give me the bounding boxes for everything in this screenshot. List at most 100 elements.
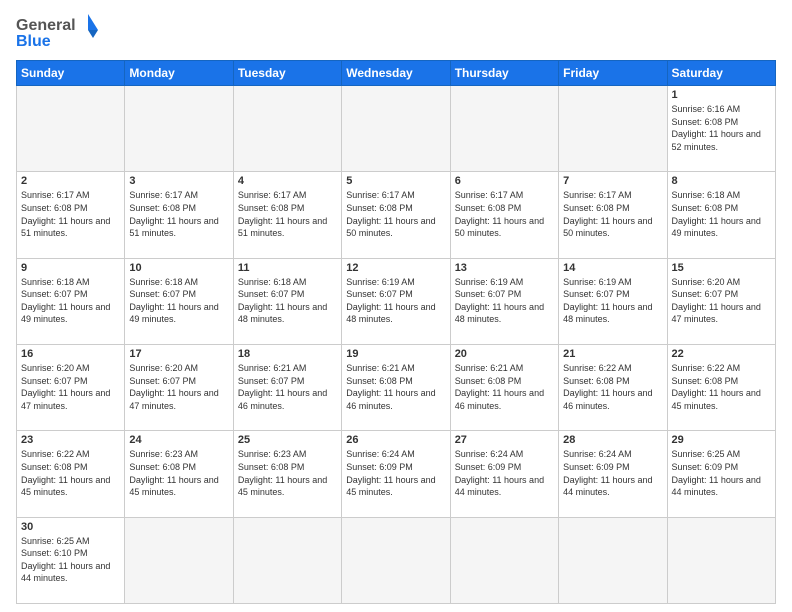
logo: GeneralBlue — [16, 12, 106, 52]
svg-text:General: General — [16, 17, 76, 34]
calendar-cell: 27Sunrise: 6:24 AMSunset: 6:09 PMDayligh… — [450, 431, 558, 517]
day-number: 26 — [346, 434, 445, 446]
calendar-cell: 26 Sunrise: 6:24 AMSunset: 6:09 PMDayligh… — [342, 431, 450, 517]
page: GeneralBlue SundayMondayTuesdayWednesday… — [0, 0, 792, 612]
day-info: Sunrise: 6:24 AMSunset: 6:09 PMDaylight:… — [455, 448, 554, 498]
day-number: 25 — [238, 434, 337, 446]
calendar-cell: 1 Sunrise: 6:16 AMSunset: 6:08 PMDaylight… — [667, 86, 775, 172]
calendar-cell: 14 Sunrise: 6:19 AMSunset: 6:07 PMDayligh… — [559, 258, 667, 344]
calendar-cell — [125, 517, 233, 603]
calendar-cell: 25 Sunrise: 6:23 AMSunset: 6:08 PMDayligh… — [233, 431, 341, 517]
calendar-cell: 15 Sunrise: 6:20 AMSunset: 6:07 PMDayligh… — [667, 258, 775, 344]
calendar-cell: 5 Sunrise: 6:17 AMSunset: 6:08 PMDaylight… — [342, 172, 450, 258]
weekday-friday: Friday — [559, 61, 667, 86]
calendar-cell — [559, 517, 667, 603]
logo-svg: GeneralBlue — [16, 12, 106, 52]
day-number: 14 — [563, 262, 662, 274]
day-number: 11 — [238, 262, 337, 274]
weekday-tuesday: Tuesday — [233, 61, 341, 86]
calendar-cell — [233, 517, 341, 603]
day-number: 30 — [21, 521, 120, 533]
day-info: Sunrise: 6:20 AMSunset: 6:07 PMDaylight:… — [672, 276, 771, 326]
calendar-week-3: 9 Sunrise: 6:18 AMSunset: 6:07 PMDaylight… — [17, 258, 776, 344]
calendar-week-1: 1 Sunrise: 6:16 AMSunset: 6:08 PMDaylight… — [17, 86, 776, 172]
day-number: 13 — [455, 262, 554, 274]
day-number: 4 — [238, 175, 337, 187]
calendar-cell: 19Sunrise: 6:21 AMSunset: 6:08 PMDayligh… — [342, 344, 450, 430]
day-info: Sunrise: 6:19 AMSunset: 6:07 PMDaylight:… — [346, 276, 445, 326]
calendar-cell: 22 Sunrise: 6:22 AMSunset: 6:08 PMDayligh… — [667, 344, 775, 430]
calendar-header: SundayMondayTuesdayWednesdayThursdayFrid… — [17, 61, 776, 86]
calendar-cell: 9 Sunrise: 6:18 AMSunset: 6:07 PMDaylight… — [17, 258, 125, 344]
calendar-cell: 4 Sunrise: 6:17 AMSunset: 6:08 PMDaylight… — [233, 172, 341, 258]
calendar-cell: 7 Sunrise: 6:17 AMSunset: 6:08 PMDaylight… — [559, 172, 667, 258]
calendar-cell: 28 Sunrise: 6:24 AMSunset: 6:09 PMDayligh… — [559, 431, 667, 517]
day-info: Sunrise: 6:22 AMSunset: 6:08 PMDaylight:… — [563, 362, 662, 412]
day-number: 24 — [129, 434, 228, 446]
day-info: Sunrise: 6:17 AMSunset: 6:08 PMDaylight:… — [455, 189, 554, 239]
day-number: 29 — [672, 434, 771, 446]
weekday-thursday: Thursday — [450, 61, 558, 86]
day-number: 22 — [672, 348, 771, 360]
day-info: Sunrise: 6:18 AMSunset: 6:07 PMDaylight:… — [21, 276, 120, 326]
day-info: Sunrise: 6:23 AMSunset: 6:08 PMDaylight:… — [238, 448, 337, 498]
day-number: 15 — [672, 262, 771, 274]
calendar-cell: 8Sunrise: 6:18 AMSunset: 6:08 PMDaylight… — [667, 172, 775, 258]
calendar-cell: 11Sunrise: 6:18 AMSunset: 6:07 PMDayligh… — [233, 258, 341, 344]
day-number: 8 — [672, 175, 771, 187]
day-info: Sunrise: 6:19 AMSunset: 6:07 PMDaylight:… — [455, 276, 554, 326]
day-info: Sunrise: 6:17 AMSunset: 6:08 PMDaylight:… — [346, 189, 445, 239]
day-number: 2 — [21, 175, 120, 187]
day-number: 5 — [346, 175, 445, 187]
calendar-cell: 6Sunrise: 6:17 AMSunset: 6:08 PMDaylight… — [450, 172, 558, 258]
calendar-cell: 13 Sunrise: 6:19 AMSunset: 6:07 PMDayligh… — [450, 258, 558, 344]
calendar-cell: 30Sunrise: 6:25 AMSunset: 6:10 PMDayligh… — [17, 517, 125, 603]
calendar-cell: 21Sunrise: 6:22 AMSunset: 6:08 PMDayligh… — [559, 344, 667, 430]
weekday-saturday: Saturday — [667, 61, 775, 86]
calendar-cell: 29 Sunrise: 6:25 AMSunset: 6:09 PMDayligh… — [667, 431, 775, 517]
calendar-cell: 12 Sunrise: 6:19 AMSunset: 6:07 PMDayligh… — [342, 258, 450, 344]
calendar-cell — [559, 86, 667, 172]
calendar-cell: 23Sunrise: 6:22 AMSunset: 6:08 PMDayligh… — [17, 431, 125, 517]
calendar-table: SundayMondayTuesdayWednesdayThursdayFrid… — [16, 60, 776, 604]
day-number: 23 — [21, 434, 120, 446]
day-info: Sunrise: 6:18 AMSunset: 6:07 PMDaylight:… — [129, 276, 228, 326]
weekday-monday: Monday — [125, 61, 233, 86]
day-number: 28 — [563, 434, 662, 446]
day-number: 9 — [21, 262, 120, 274]
calendar-week-5: 23Sunrise: 6:22 AMSunset: 6:08 PMDayligh… — [17, 431, 776, 517]
day-info: Sunrise: 6:21 AMSunset: 6:08 PMDaylight:… — [455, 362, 554, 412]
calendar-cell: 17Sunrise: 6:20 AMSunset: 6:07 PMDayligh… — [125, 344, 233, 430]
day-info: Sunrise: 6:17 AMSunset: 6:08 PMDaylight:… — [238, 189, 337, 239]
calendar-cell: 18 Sunrise: 6:21 AMSunset: 6:07 PMDayligh… — [233, 344, 341, 430]
day-info: Sunrise: 6:17 AMSunset: 6:08 PMDaylight:… — [21, 189, 120, 239]
day-number: 7 — [563, 175, 662, 187]
calendar-week-2: 2 Sunrise: 6:17 AMSunset: 6:08 PMDaylight… — [17, 172, 776, 258]
day-info: Sunrise: 6:24 AMSunset: 6:09 PMDaylight:… — [346, 448, 445, 498]
day-info: Sunrise: 6:22 AMSunset: 6:08 PMDaylight:… — [672, 362, 771, 412]
svg-text:Blue: Blue — [16, 33, 51, 50]
day-number: 16 — [21, 348, 120, 360]
calendar-cell: 16 Sunrise: 6:20 AMSunset: 6:07 PMDayligh… — [17, 344, 125, 430]
day-info: Sunrise: 6:25 AMSunset: 6:09 PMDaylight:… — [672, 448, 771, 498]
day-info: Sunrise: 6:17 AMSunset: 6:08 PMDaylight:… — [563, 189, 662, 239]
calendar-cell — [17, 86, 125, 172]
calendar-body: 1 Sunrise: 6:16 AMSunset: 6:08 PMDaylight… — [17, 86, 776, 604]
day-number: 18 — [238, 348, 337, 360]
day-info: Sunrise: 6:16 AMSunset: 6:08 PMDaylight:… — [672, 103, 771, 153]
header: GeneralBlue — [16, 12, 776, 52]
calendar-cell: 24Sunrise: 6:23 AMSunset: 6:08 PMDayligh… — [125, 431, 233, 517]
calendar-cell — [233, 86, 341, 172]
day-info: Sunrise: 6:21 AMSunset: 6:07 PMDaylight:… — [238, 362, 337, 412]
day-number: 12 — [346, 262, 445, 274]
calendar-cell — [450, 517, 558, 603]
day-number: 17 — [129, 348, 228, 360]
day-info: Sunrise: 6:20 AMSunset: 6:07 PMDaylight:… — [21, 362, 120, 412]
day-info: Sunrise: 6:24 AMSunset: 6:09 PMDaylight:… — [563, 448, 662, 498]
day-number: 10 — [129, 262, 228, 274]
day-number: 1 — [672, 89, 771, 101]
calendar-week-4: 16 Sunrise: 6:20 AMSunset: 6:07 PMDayligh… — [17, 344, 776, 430]
day-info: Sunrise: 6:19 AMSunset: 6:07 PMDaylight:… — [563, 276, 662, 326]
day-info: Sunrise: 6:17 AMSunset: 6:08 PMDaylight:… — [129, 189, 228, 239]
calendar-cell — [125, 86, 233, 172]
